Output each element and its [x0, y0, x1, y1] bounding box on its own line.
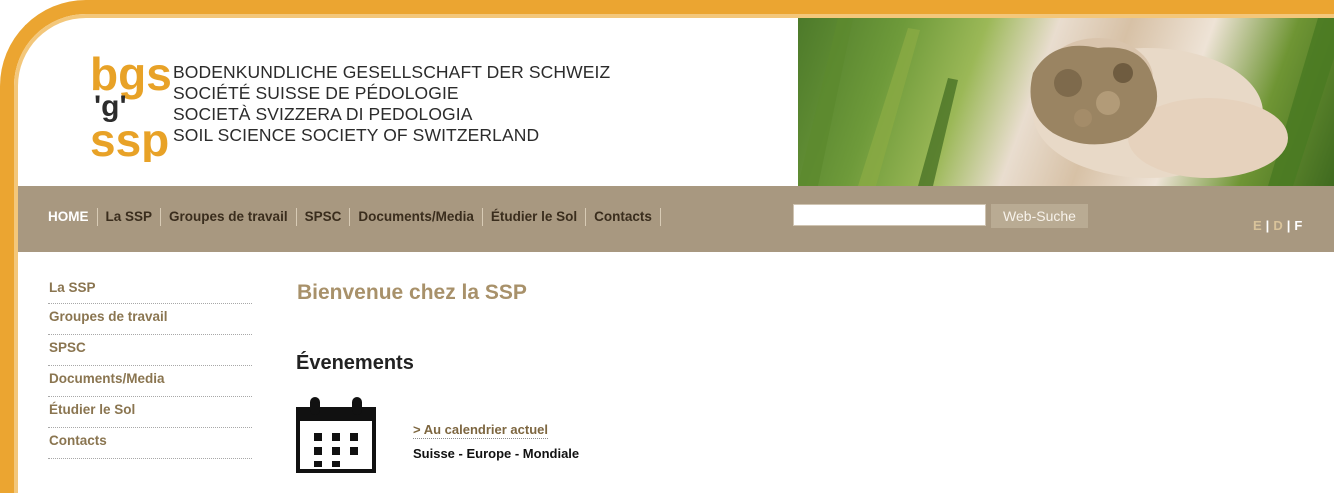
- organization-names: BODENKUNDLICHE GESELLSCHAFT DER SCHWEIZ …: [173, 62, 610, 146]
- sidebar-item-groupes-de-travail[interactable]: Groupes de travail: [48, 304, 252, 335]
- org-name-it: SOCIETÀ SVIZZERA DI PEDOLOGIA: [173, 104, 473, 124]
- sidebar-item-la-ssp[interactable]: La SSP: [48, 278, 252, 304]
- sidebar-item-spsc[interactable]: SPSC: [48, 335, 252, 366]
- language-de[interactable]: D: [1270, 218, 1285, 233]
- main-navigation-bar: HOME La SSP Groupes de travail SPSC Docu…: [18, 186, 1334, 252]
- main-nav-links: HOME La SSP Groupes de travail SPSC Docu…: [48, 208, 661, 226]
- org-name-de: BODENKUNDLICHE GESELLSCHAFT DER SCHWEIZ: [173, 62, 611, 82]
- header-photo-soil-hands: [798, 18, 1334, 186]
- site-header: bgs 'g' ssp BODENKUNDLICHE GESELLSCHAFT …: [18, 18, 1334, 186]
- search-input[interactable]: [793, 204, 986, 226]
- current-calendar-link[interactable]: > Au calendrier actuel: [413, 422, 548, 439]
- web-search-button[interactable]: Web-Suche: [991, 204, 1088, 228]
- sidebar-item-etudier-le-sol[interactable]: Étudier le Sol: [48, 397, 252, 428]
- language-fr[interactable]: F: [1291, 218, 1305, 233]
- nav-item-etudier-le-sol[interactable]: Étudier le Sol: [483, 208, 587, 226]
- org-name-fr: SOCIÉTÉ SUISSE DE PÉDOLOGIE: [173, 83, 459, 103]
- nav-item-la-ssp[interactable]: La SSP: [98, 208, 162, 226]
- language-switcher: E | D | F: [1250, 218, 1305, 233]
- nav-item-spsc[interactable]: SPSC: [297, 208, 351, 226]
- sidebar-item-contacts[interactable]: Contacts: [48, 428, 252, 459]
- svg-text:ssp: ssp: [90, 114, 169, 162]
- events-heading: Évenements: [296, 352, 414, 374]
- nav-item-documents-media[interactable]: Documents/Media: [350, 208, 483, 226]
- sidebar-item-documents-media[interactable]: Documents/Media: [48, 366, 252, 397]
- nav-item-groupes-de-travail[interactable]: Groupes de travail: [161, 208, 297, 226]
- sidebar-navigation: La SSP Groupes de travail SPSC Documents…: [48, 278, 252, 459]
- soil-hands-illustration: [798, 18, 1334, 186]
- calendar-icon[interactable]: [296, 395, 376, 473]
- org-name-en: SOIL SCIENCE SOCIETY OF SWITZERLAND: [173, 125, 540, 145]
- nav-item-home[interactable]: HOME: [48, 208, 98, 226]
- page-title: Bienvenue chez la SSP: [297, 281, 527, 304]
- nav-item-contacts[interactable]: Contacts: [586, 208, 661, 226]
- language-en[interactable]: E: [1250, 218, 1265, 233]
- bgs-ssp-logo[interactable]: bgs 'g' ssp: [88, 52, 180, 162]
- event-scope-text: Suisse - Europe - Mondiale: [413, 446, 580, 461]
